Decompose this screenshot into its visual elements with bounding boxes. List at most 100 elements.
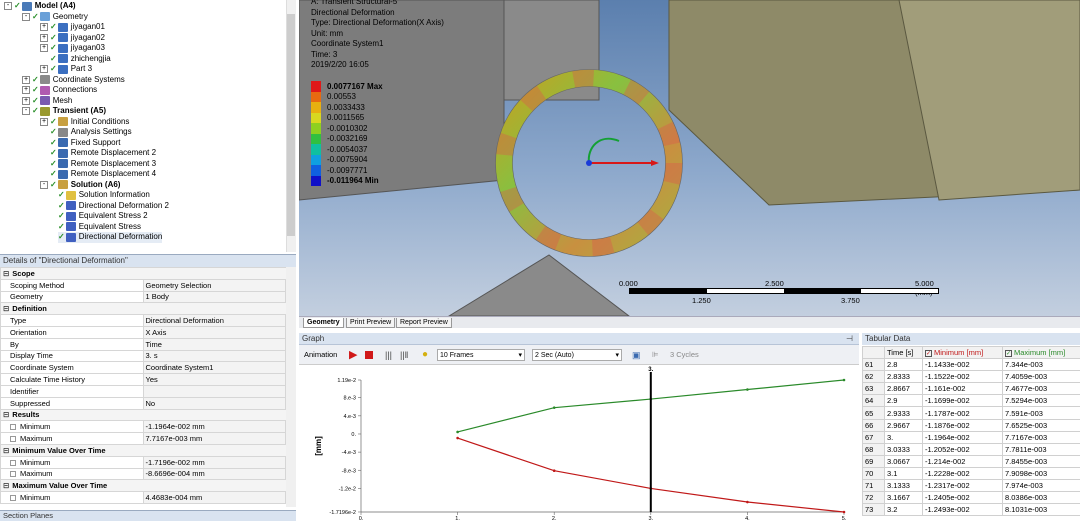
details-row[interactable]: Coordinate SystemCoordinate System1 [1, 362, 286, 374]
details-row[interactable]: ByTime [1, 338, 286, 350]
tab-geometry[interactable]: Geometry [303, 318, 344, 328]
graphics-viewport[interactable]: A: Transient Structural-5Directional Def… [299, 0, 1080, 316]
parameter-checkbox[interactable] [10, 436, 16, 442]
parameter-checkbox[interactable] [10, 495, 16, 501]
table-header[interactable]: Time [s] [885, 347, 923, 359]
frame-back-icon[interactable]: ||| [385, 348, 392, 362]
tree-item[interactable]: -✓Transient (A5) [22, 106, 106, 117]
table-row[interactable]: 683.0333-1.2052e-0027.7811e-003 [863, 443, 1080, 455]
tab-print-preview[interactable]: Print Preview [346, 318, 395, 328]
expand-toggle-icon[interactable]: + [22, 76, 30, 84]
tree-scrollbar-thumb[interactable] [287, 14, 295, 236]
export-icon[interactable]: ▣ [632, 348, 641, 362]
table-row[interactable]: 713.1333-1.2317e-0027.974e-003 [863, 480, 1080, 492]
series-checkbox[interactable]: ✓ [1005, 350, 1012, 357]
tree-item[interactable]: -✓Solution (A6) [40, 180, 120, 191]
details-row[interactable]: Maximum-8.6696e-004 mm [1, 468, 286, 480]
tree-item[interactable]: ✓Fixed Support [50, 138, 121, 149]
table-row[interactable]: 642.9-1.1699e-0027.5294e-003 [863, 395, 1080, 407]
tree-item[interactable]: +✓jiyagan03 [40, 43, 105, 54]
tree-item-label: zhichengjia [71, 54, 111, 65]
tree-item[interactable]: +✓Connections [22, 85, 97, 96]
tree-item[interactable]: -✓Model (A4) [4, 1, 76, 12]
tree-item[interactable]: ✓Directional Deformation [58, 232, 162, 243]
details-row[interactable]: Minimum-1.1964e-002 mm [1, 421, 286, 433]
details-section-header[interactable]: ⊟Scope [1, 268, 286, 280]
expand-toggle-icon[interactable]: + [40, 118, 48, 126]
tree-item[interactable]: ✓Directional Deformation 2 [58, 201, 169, 212]
details-row[interactable]: Identifier [1, 385, 286, 397]
tree-item[interactable]: ✓Remote Displacement 3 [50, 159, 156, 170]
details-row[interactable]: Maximum7.7167e-003 mm [1, 433, 286, 445]
tree-item[interactable]: +✓jiyagan01 [40, 22, 105, 33]
parameter-checkbox[interactable] [10, 471, 16, 477]
details-row[interactable]: Calculate Time HistoryYes [1, 374, 286, 386]
expand-toggle-icon[interactable]: - [40, 181, 48, 189]
details-section-header[interactable]: ⊟Minimum Value Over Time [1, 444, 286, 456]
table-header[interactable]: ✓Maximum [mm] [1003, 347, 1080, 359]
expand-toggle-icon[interactable]: + [40, 65, 48, 73]
lightbulb-icon[interactable]: ● [422, 348, 428, 362]
legend-entry: -0.0075904 [311, 155, 383, 166]
parameter-checkbox[interactable] [10, 460, 16, 466]
details-row[interactable]: OrientationX Axis [1, 326, 286, 338]
table-row[interactable]: 693.0667-1.214e-0027.8455e-003 [863, 455, 1080, 467]
tree-item[interactable]: -✓Geometry [22, 12, 88, 23]
table-header[interactable]: ✓Minimum [mm] [923, 347, 1003, 359]
table-row[interactable]: 662.9667-1.1876e-0027.6525e-003 [863, 419, 1080, 431]
table-row[interactable]: 632.8667-1.161e-0027.4677e-003 [863, 383, 1080, 395]
time-history-chart[interactable]: 1.19e-28.e-34.e-30.-4.e-3-8.e-3-1.2e-2-1… [299, 365, 859, 521]
table-row[interactable]: 673.-1.1964e-0027.7167e-003 [863, 431, 1080, 443]
cycles-icon[interactable]: ⊫ [652, 348, 659, 362]
details-section-header[interactable]: ⊟Definition [1, 303, 286, 315]
expand-toggle-icon[interactable]: - [22, 107, 30, 115]
details-section-header[interactable]: ⊟Maximum Value Over Time [1, 480, 286, 492]
tree-item[interactable]: ✓Equivalent Stress 2 [58, 211, 148, 222]
tree-item[interactable]: +✓Mesh [22, 96, 72, 107]
tree-item[interactable]: ✓Equivalent Stress [58, 222, 141, 233]
details-row[interactable]: Scoping MethodGeometry Selection [1, 279, 286, 291]
expand-toggle-icon[interactable]: + [22, 86, 30, 94]
tab-report-preview[interactable]: Report Preview [396, 318, 452, 328]
details-row[interactable]: Minimum-1.7196e-002 mm [1, 456, 286, 468]
expand-toggle-icon[interactable]: + [40, 44, 48, 52]
frame-forward-icon[interactable]: ||‖ [400, 348, 408, 362]
details-scrollbar[interactable] [286, 267, 296, 507]
tree-item[interactable]: ✓Analysis Settings [50, 127, 132, 138]
details-row[interactable]: Display Time3. s [1, 350, 286, 362]
table-row[interactable]: 733.2-1.2493e-0028.1031e-003 [863, 504, 1080, 516]
duration-dropdown[interactable]: 2 Sec (Auto) [532, 349, 622, 361]
pin-icon[interactable]: ⊣ [846, 333, 853, 345]
details-section-header[interactable]: ⊟Results [1, 409, 286, 421]
legend-swatch [311, 155, 321, 166]
tree-item[interactable]: ✓Remote Displacement 2 [50, 148, 156, 159]
stop-icon[interactable] [365, 351, 373, 359]
tree-item[interactable]: ✓Solution Information [58, 190, 150, 201]
details-row[interactable]: Minimum4.4683e-004 mm [1, 492, 286, 504]
expand-toggle-icon[interactable]: + [22, 97, 30, 105]
table-row[interactable]: 652.9333-1.1787e-0027.591e-003 [863, 407, 1080, 419]
table-row[interactable]: 723.1667-1.2405e-0028.0386e-003 [863, 492, 1080, 504]
table-row[interactable]: 622.8333-1.1522e-0027.4059e-003 [863, 371, 1080, 383]
play-icon[interactable]: ▶ [349, 348, 357, 362]
series-checkbox[interactable]: ✓ [925, 350, 932, 357]
expand-toggle-icon[interactable]: + [40, 34, 48, 42]
tree-item[interactable]: +✓Initial Conditions [40, 117, 129, 128]
tree-item[interactable]: +✓Coordinate Systems [22, 75, 125, 86]
table-row[interactable]: 703.1-1.2228e-0027.9098e-003 [863, 467, 1080, 479]
expand-toggle-icon[interactable]: + [40, 23, 48, 31]
tree-item[interactable]: ✓zhichengjia [50, 54, 111, 65]
result-info-line: Coordinate System1 [311, 39, 444, 50]
details-row[interactable]: Geometry1 Body [1, 291, 286, 303]
tree-item[interactable]: ✓Remote Displacement 4 [50, 169, 156, 180]
expand-toggle-icon[interactable]: - [4, 2, 12, 10]
details-row[interactable]: TypeDirectional Deformation [1, 315, 286, 327]
frames-dropdown[interactable]: 10 Frames [437, 349, 525, 361]
table-header[interactable] [863, 347, 885, 359]
parameter-checkbox[interactable] [10, 424, 16, 430]
tree-item[interactable]: +✓jiyagan02 [40, 33, 105, 44]
tree-item[interactable]: +✓Part 3 [40, 64, 92, 75]
expand-toggle-icon[interactable]: - [22, 13, 30, 21]
table-row[interactable]: 612.8-1.1433e-0027.344e-003 [863, 359, 1080, 371]
details-row[interactable]: SuppressedNo [1, 397, 286, 409]
